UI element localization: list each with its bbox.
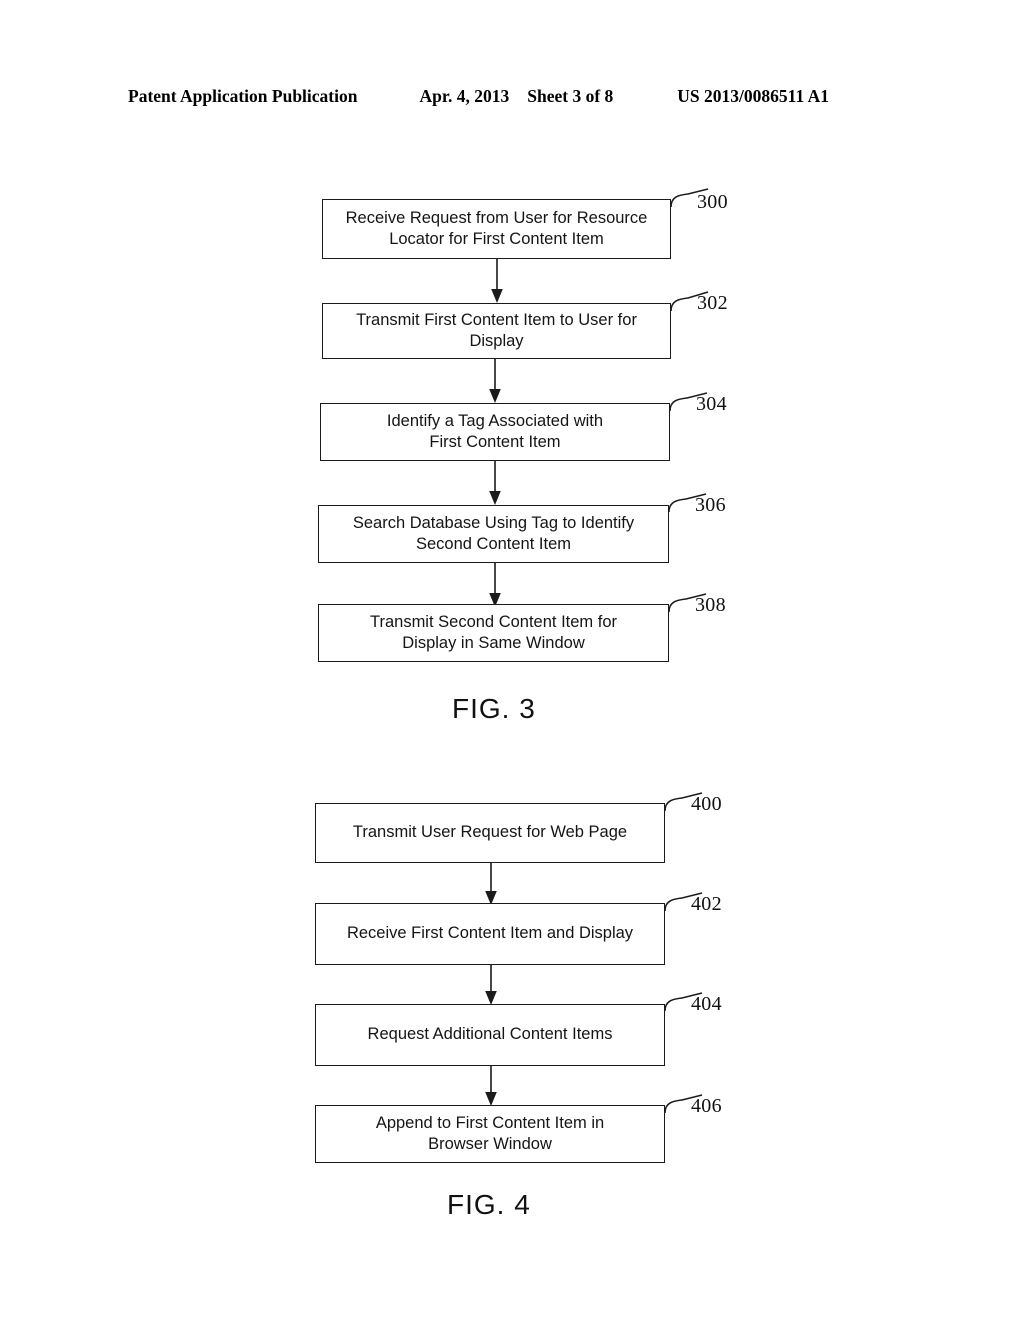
ref-number-406: 406 xyxy=(691,1095,722,1117)
figure-4-caption: FIG. 4 xyxy=(447,1189,531,1220)
connector-400-402 xyxy=(485,863,497,905)
flow-box-402: Receive First Content Item and Display xyxy=(315,903,665,965)
ref-number-400: 400 xyxy=(691,793,722,815)
flow-box-406: Append to First Content Item in Browser … xyxy=(315,1105,665,1163)
connector-402-404 xyxy=(485,965,497,1005)
connector-404-406 xyxy=(485,1066,497,1106)
flow-box-400: Transmit User Request for Web Page xyxy=(315,803,665,863)
flow-box-404-label: Request Additional Content Items xyxy=(367,1025,613,1044)
flow-box-406-label: Append to First Content Item in Browser … xyxy=(375,1113,605,1153)
flow-box-404: Request Additional Content Items xyxy=(315,1004,665,1066)
flow-box-400-label: Transmit User Request for Web Page xyxy=(352,823,628,842)
ref-number-404: 404 xyxy=(691,993,722,1015)
figure-4: Transmit User Request for Web Page 400 R… xyxy=(0,0,1024,1260)
flow-box-402-label: Receive First Content Item and Display xyxy=(346,924,634,943)
ref-number-402: 402 xyxy=(691,893,722,915)
